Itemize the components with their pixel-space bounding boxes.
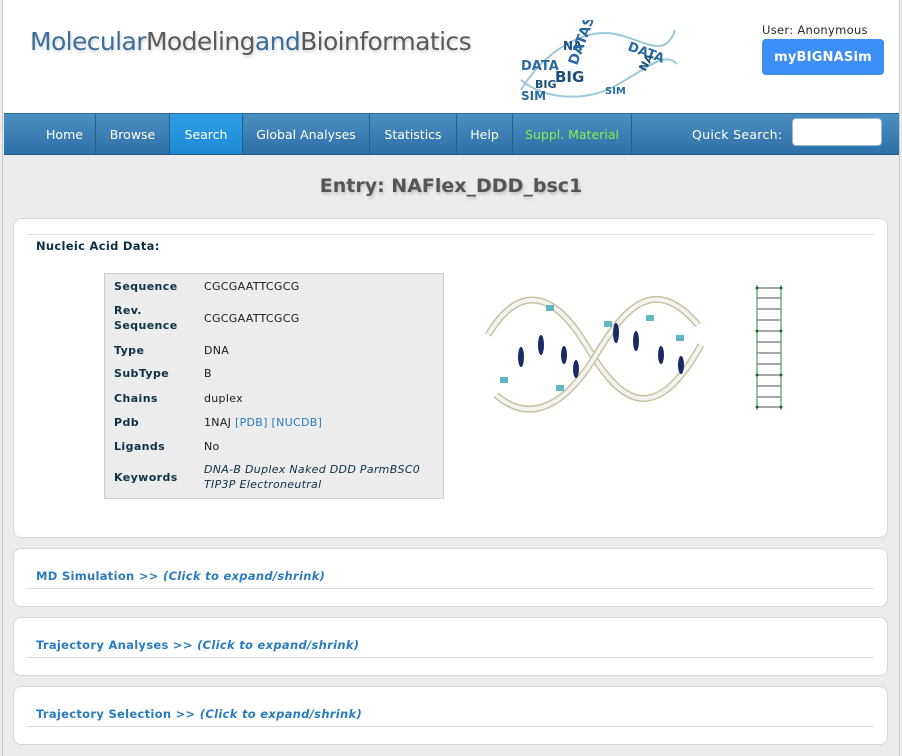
- row-key: SubType: [114, 367, 170, 380]
- table-row: Sequence CGCGAATTCGCG: [105, 275, 443, 297]
- table-row: Rev. Sequence CGCGAATTCGCG: [105, 297, 443, 339]
- nav-browse[interactable]: Browse: [96, 114, 170, 154]
- user-label: User: Anonymous: [762, 23, 868, 37]
- trajectory-analyses-panel[interactable]: Trajectory Analyses >> (Click to expand/…: [13, 617, 888, 676]
- panel-title: MD Simulation >>: [36, 569, 159, 583]
- site-header: MolecularModelingandBioinformatics DATA …: [3, 0, 899, 113]
- entry-title: Entry: NAFlex_DDD_bsc1: [319, 175, 583, 197]
- md-simulation-panel[interactable]: MD Simulation >> (Click to expand/shrink…: [13, 548, 888, 607]
- nav-global-analyses[interactable]: Global Analyses: [243, 114, 370, 154]
- logo-word: SIM: [521, 89, 546, 102]
- row-key: Keywords: [114, 470, 178, 484]
- row-key: Pdb: [114, 415, 140, 429]
- row-value: CGCGAATTCGCG: [204, 279, 300, 293]
- brand-word-and: and: [254, 27, 301, 56]
- brand-word-bioinformatics: Bioinformatics: [300, 27, 472, 56]
- panel-divider: [27, 657, 874, 658]
- row-value: DNA-B Duplex Naked DDD ParmBSC0 TIP3P El…: [204, 463, 421, 491]
- nucleic-acid-panel: Nucleic Acid Data: Sequence CGCGAATTCGCG…: [13, 218, 888, 538]
- mybignasim-button[interactable]: myBIGNASim: [762, 39, 884, 75]
- nav-search[interactable]: Search: [170, 114, 243, 154]
- panel-divider: [27, 726, 874, 727]
- trajectory-analyses-toggle[interactable]: Trajectory Analyses >> (Click to expand/…: [36, 638, 359, 652]
- row-key: Ligands: [114, 439, 166, 453]
- row-value: No: [204, 439, 220, 453]
- panel-hint: (Click to expand/shrink): [197, 638, 360, 652]
- row-value: CGCGAATTCGCG: [204, 311, 300, 325]
- nucleic-acid-table: Sequence CGCGAATTCGCG Rev. Sequence CGCG…: [104, 273, 444, 499]
- logo-word: DATA: [521, 59, 559, 74]
- row-value: 1NAJ [PDB] [NUCDB]: [204, 415, 443, 430]
- row-value: DNA: [204, 343, 230, 357]
- trajectory-selection-toggle[interactable]: Trajectory Selection >> (Click to expand…: [36, 707, 362, 721]
- dna-2d-ladder-diagram: [755, 285, 783, 410]
- main-navbar: Home Browse Search Global Analyses Stati…: [4, 113, 899, 155]
- md-simulation-toggle[interactable]: MD Simulation >> (Click to expand/shrink…: [36, 569, 325, 583]
- row-key: Chains: [114, 391, 158, 405]
- table-row: Pdb 1NAJ [PDB] [NUCDB]: [105, 410, 443, 434]
- panel-hint: (Click to expand/shrink): [199, 707, 363, 721]
- row-key: Rev. Sequence: [114, 304, 178, 332]
- panel-title: Trajectory Selection >>: [36, 707, 196, 721]
- quick-search-label: Quick Search:: [692, 126, 783, 142]
- pdb-link[interactable]: [PDB]: [235, 416, 268, 429]
- quick-search-input[interactable]: [792, 118, 882, 146]
- panel-divider: [27, 588, 874, 589]
- row-value: B: [204, 367, 212, 380]
- pdb-id: 1NAJ: [204, 415, 232, 429]
- dna-3d-structure-image: [484, 295, 705, 413]
- row-key: Sequence: [114, 279, 178, 293]
- row-value: duplex: [204, 391, 243, 405]
- logo-word: SIM: [605, 86, 626, 97]
- panel-divider: [27, 234, 874, 235]
- nav-statistics[interactable]: Statistics: [370, 114, 457, 154]
- row-key: Type: [114, 343, 145, 357]
- table-row: SubType B: [105, 361, 443, 386]
- panel-hint: (Click to expand/shrink): [163, 569, 326, 583]
- table-row: Type DNA: [105, 339, 443, 361]
- site-brand[interactable]: MolecularModelingandBioinformatics: [30, 27, 472, 56]
- table-row: Ligands No: [105, 434, 443, 458]
- table-row: Chains duplex: [105, 386, 443, 410]
- table-row: Keywords DNA-B Duplex Naked DDD ParmBSC0…: [105, 458, 443, 496]
- bignasim-logo: DATA BIG SIM NA DATASIM BIG DATA NA SIM: [520, 20, 678, 102]
- nav-suppl-material[interactable]: Suppl. Material: [513, 114, 632, 154]
- logo-word: BIG: [555, 68, 584, 86]
- trajectory-selection-panel[interactable]: Trajectory Selection >> (Click to expand…: [13, 686, 888, 745]
- panel-title: Trajectory Analyses >>: [36, 638, 193, 652]
- nucdb-link[interactable]: [NUCDB]: [272, 416, 323, 429]
- nav-home[interactable]: Home: [34, 114, 96, 154]
- brand-word-modeling: Modeling: [145, 27, 256, 56]
- logo-word: DATASIM: [566, 20, 605, 67]
- nucleic-acid-heading: Nucleic Acid Data:: [36, 239, 160, 253]
- brand-word-molecular: Molecular: [30, 27, 147, 56]
- nav-help[interactable]: Help: [457, 114, 513, 154]
